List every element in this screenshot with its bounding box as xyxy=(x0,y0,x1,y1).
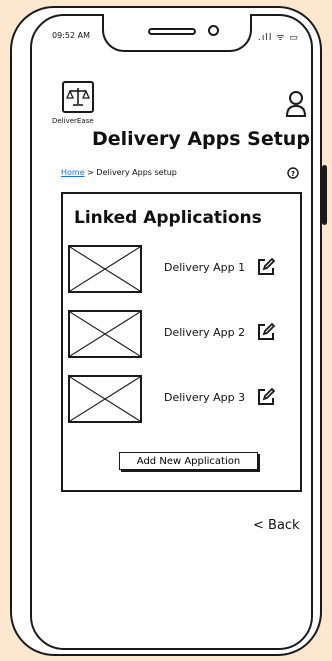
scale-icon xyxy=(66,88,90,106)
status-time: 09:52 AM xyxy=(52,31,90,40)
logo-text: DeliverEase xyxy=(52,117,94,125)
image-placeholder-icon xyxy=(68,245,142,293)
camera-icon xyxy=(208,25,219,36)
app-row: Delivery App 2 xyxy=(68,310,288,360)
image-placeholder-icon xyxy=(68,310,142,358)
edit-icon[interactable] xyxy=(256,322,276,342)
card-title: Linked Applications xyxy=(74,208,262,228)
breadcrumb: Home > Delivery Apps setup xyxy=(61,168,177,177)
status-icons: .ıll ᯤ ▭ xyxy=(258,33,299,43)
breadcrumb-separator: > xyxy=(87,168,94,177)
breadcrumb-home-link[interactable]: Home xyxy=(61,168,85,177)
help-icon[interactable]: ? xyxy=(287,167,299,179)
page-title: Delivery Apps Setup xyxy=(92,128,310,150)
app-row: Delivery App 3 xyxy=(68,375,288,425)
app-logo[interactable] xyxy=(62,81,94,113)
app-name: Delivery App 2 xyxy=(164,326,246,339)
svg-text:?: ? xyxy=(291,170,295,178)
edit-icon[interactable] xyxy=(256,387,276,407)
phone-side-button-right xyxy=(322,165,327,225)
speaker-icon xyxy=(148,28,196,35)
app-name: Delivery App 1 xyxy=(164,261,246,274)
app-name: Delivery App 3 xyxy=(164,391,246,404)
add-new-application-button[interactable]: Add New Application xyxy=(119,452,258,470)
back-link[interactable]: < Back xyxy=(253,518,300,533)
image-placeholder-icon xyxy=(68,375,142,423)
edit-icon[interactable] xyxy=(256,257,276,277)
breadcrumb-current: Delivery Apps setup xyxy=(96,168,177,177)
app-row: Delivery App 1 xyxy=(68,245,288,295)
user-icon[interactable] xyxy=(285,90,307,118)
